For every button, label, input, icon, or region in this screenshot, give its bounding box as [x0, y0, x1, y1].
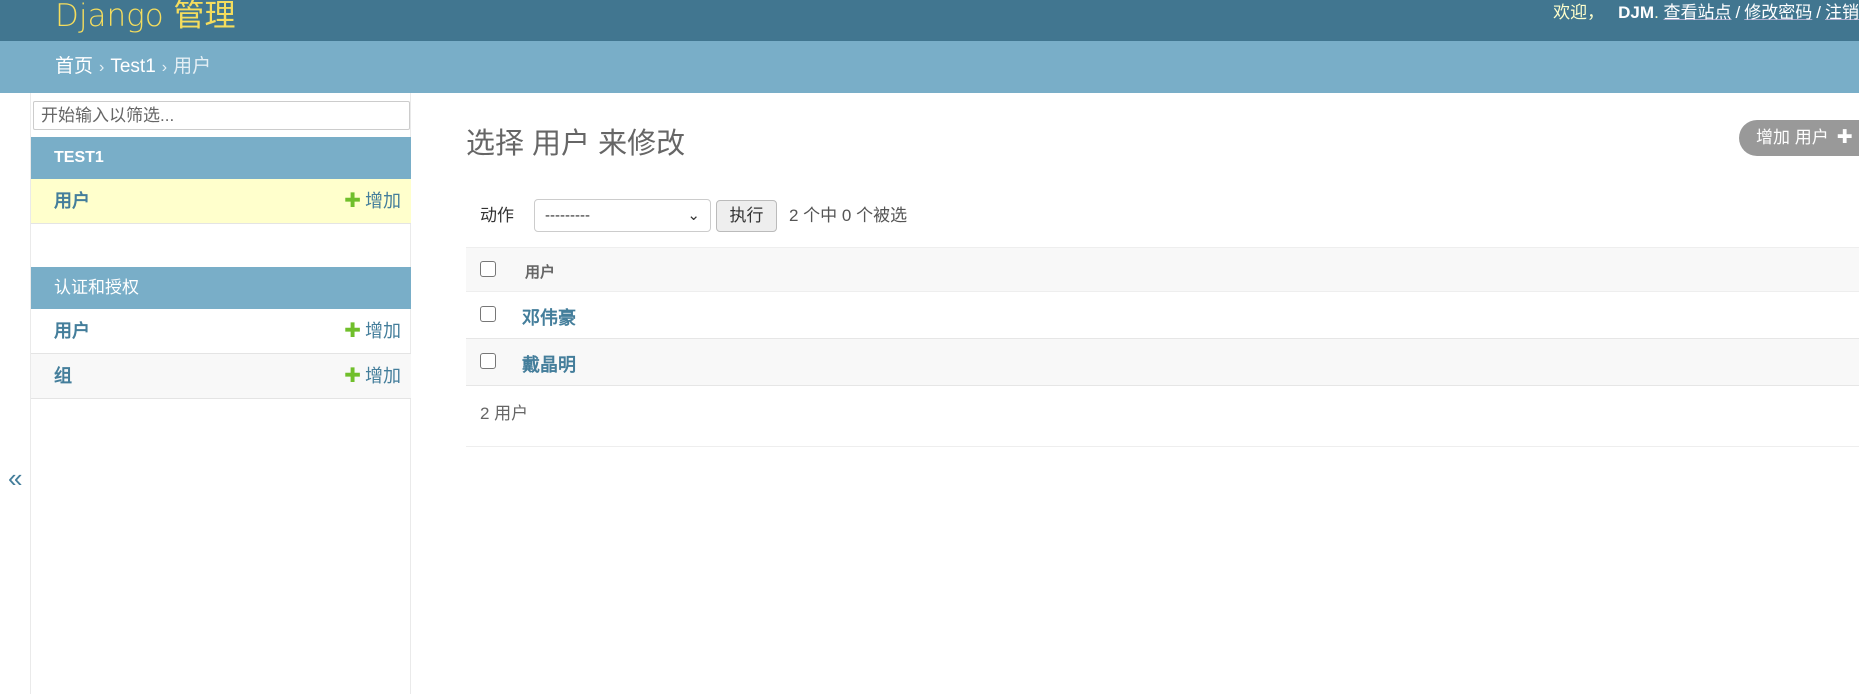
plus-icon: ✚ [344, 365, 361, 387]
action-select-value: --------- [545, 207, 590, 224]
row-user-link[interactable]: 戴晶明 [522, 351, 576, 377]
welcome-text: 欢迎， [1553, 3, 1605, 22]
view-site-link[interactable]: 查看站点 [1664, 3, 1732, 22]
paginator: 2 用户 [466, 386, 1859, 447]
select-all-checkbox[interactable] [480, 261, 496, 277]
add-group-link[interactable]: ✚ 增加 [344, 354, 401, 398]
row-checkbox[interactable] [480, 306, 496, 322]
header: Django 管理 欢迎， DJM. 查看站点 / 修改密码 / 注销 [0, 0, 1859, 41]
add-user-link[interactable]: ✚ 增加 [344, 179, 401, 223]
result-list: 用户 邓伟豪 戴晶明 [466, 247, 1859, 386]
app-caption-auth[interactable]: 认证和授权 [31, 267, 411, 309]
plus-icon: ✚ [1836, 127, 1853, 148]
add-label: 增加 [365, 366, 401, 386]
selection-counter: 2 个中 0 个被选 [789, 206, 908, 225]
separator: / [1816, 3, 1821, 22]
logout-link[interactable]: 注销 [1825, 3, 1859, 22]
chevron-down-icon: ⌄ [687, 207, 700, 224]
app-caption-test1[interactable]: TEST1 [31, 137, 411, 179]
table-header: 用户 [466, 247, 1859, 292]
breadcrumb-current: 用户 [173, 56, 212, 77]
add-user-link[interactable]: ✚ 增加 [344, 309, 401, 353]
change-password-link[interactable]: 修改密码 [1744, 3, 1812, 22]
collapse-icon[interactable]: « [8, 463, 22, 494]
go-button[interactable]: 执行 [716, 200, 777, 232]
table-row: 邓伟豪 [466, 292, 1859, 339]
app-auth: 认证和授权 用户 ✚ 增加 组 ✚ 增加 [31, 267, 411, 399]
row-checkbox[interactable] [480, 353, 496, 369]
user-tools: 欢迎， DJM. 查看站点 / 修改密码 / 注销 [1553, 0, 1859, 23]
page-title: 选择 用户 来修改 [466, 128, 686, 160]
actions-label: 动作 [480, 206, 514, 225]
breadcrumb-separator: › [99, 59, 105, 76]
nav-filter-input[interactable] [33, 101, 410, 130]
add-label: 增加 [365, 321, 401, 341]
sidebar-item-test1-users: 用户 ✚ 增加 [31, 179, 411, 224]
username: DJM [1618, 3, 1655, 22]
add-user-label: 增加 用户 [1756, 128, 1829, 147]
sidebar-item-auth-users: 用户 ✚ 增加 [31, 309, 411, 354]
breadcrumb: 首页 › Test1 › 用户 [0, 41, 1859, 93]
row-user-link[interactable]: 邓伟豪 [522, 304, 576, 330]
username-period: . [1654, 3, 1659, 22]
breadcrumb-home[interactable]: 首页 [55, 56, 93, 77]
model-link-users[interactable]: 用户 [54, 179, 90, 223]
model-link-groups[interactable]: 组 [54, 354, 72, 398]
add-label: 增加 [365, 191, 401, 211]
sidebar-item-auth-groups: 组 ✚ 增加 [31, 354, 411, 399]
breadcrumb-app[interactable]: Test1 [110, 56, 155, 77]
plus-icon: ✚ [344, 190, 361, 212]
separator: / [1735, 3, 1741, 22]
column-header-user[interactable]: 用户 [525, 261, 555, 282]
nav-sidebar-toggle[interactable]: « [0, 93, 31, 694]
add-user-button[interactable]: 增加 用户 ✚ [1739, 120, 1859, 156]
table-row: 戴晶明 [466, 339, 1859, 386]
app-test1: TEST1 用户 ✚ 增加 [31, 137, 411, 224]
action-select[interactable]: --------- ⌄ [534, 199, 711, 232]
model-link-users[interactable]: 用户 [54, 309, 90, 353]
nav-sidebar: TEST1 用户 ✚增加 认证和授权 用户 ✚增加 组 ✚增加 [31, 93, 411, 694]
breadcrumb-separator: › [161, 59, 168, 76]
site-brand[interactable]: Django 管理 [55, 0, 236, 35]
plus-icon: ✚ [344, 320, 361, 342]
